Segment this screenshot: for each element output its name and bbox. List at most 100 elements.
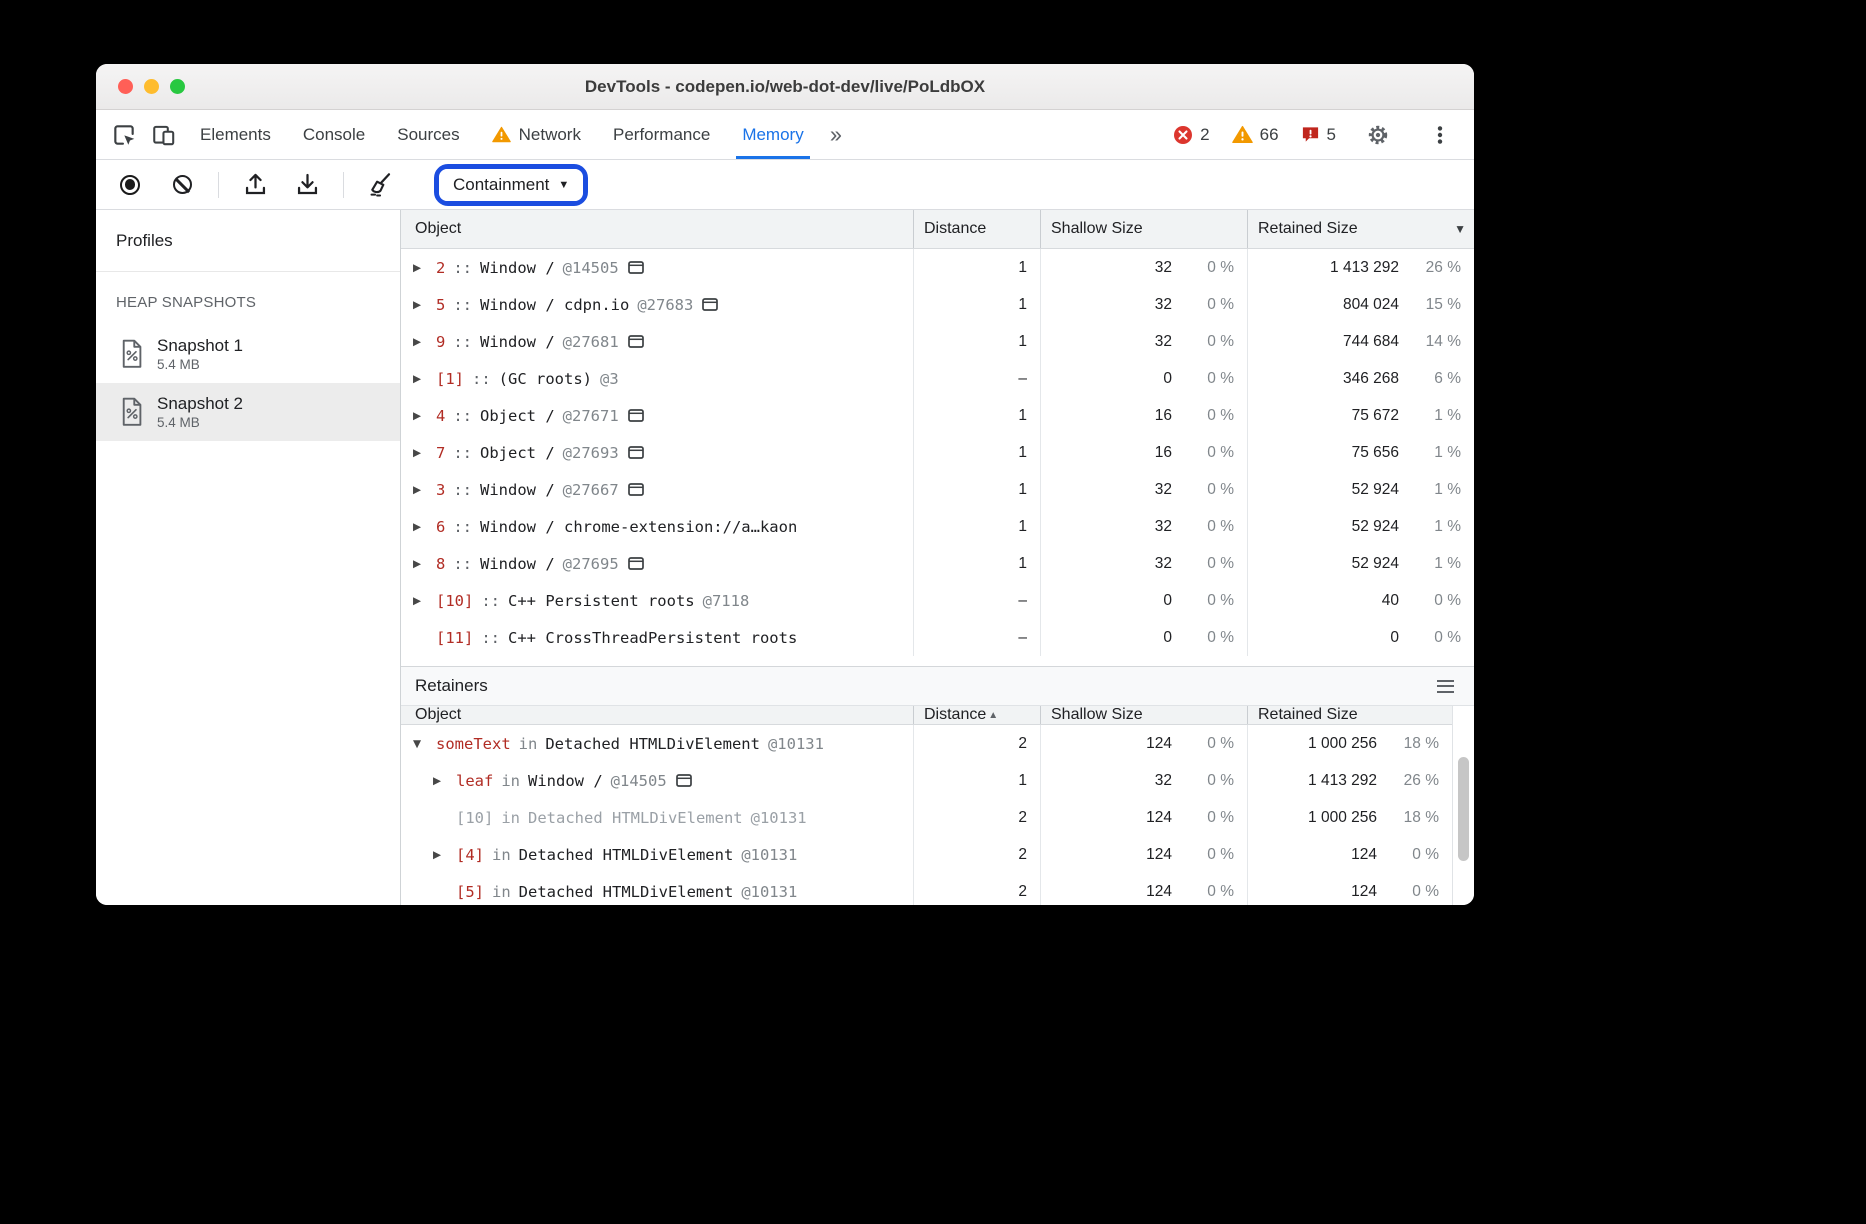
retained-size-cell: 346 2686 %: [1247, 360, 1474, 397]
scrollbar-thumb[interactable]: [1458, 757, 1469, 861]
containment-table-row[interactable]: [11]::C++ CrossThreadPersistent roots–00…: [401, 619, 1474, 656]
column-header-shallow-size[interactable]: Shallow Size: [1040, 706, 1247, 724]
column-header-object[interactable]: Object: [401, 210, 913, 248]
inspect-element-button[interactable]: [104, 110, 144, 159]
shallow-size-value: 0: [1041, 592, 1172, 610]
retainer-table-row[interactable]: ▶leafinWindow /@145051320 %1 413 29226 %: [401, 762, 1452, 799]
device-toolbar-button[interactable]: [144, 110, 184, 159]
object-id: @27683: [637, 296, 693, 314]
retained-size-cell: 52 9241 %: [1247, 508, 1474, 545]
settings-button[interactable]: [1358, 122, 1398, 148]
minimize-button[interactable]: [144, 79, 159, 94]
save-profile-button[interactable]: [291, 168, 323, 202]
tab-elements[interactable]: Elements: [184, 110, 287, 159]
expand-arrow-icon[interactable]: ▶: [413, 447, 428, 459]
column-header-retained-size[interactable]: Retained Size: [1247, 706, 1452, 724]
retained-size-percent: 1 %: [1399, 481, 1461, 499]
containment-table-row[interactable]: ▶3::Window /@276671320 %52 9241 %: [401, 471, 1474, 508]
expand-arrow-icon[interactable]: ▶: [413, 299, 428, 311]
separator-text: ::: [453, 296, 472, 314]
load-profile-button[interactable]: [239, 168, 271, 202]
containment-table-row[interactable]: ▶4::Object /@276711160 %75 6721 %: [401, 397, 1474, 434]
expand-arrow-icon[interactable]: ▶: [413, 373, 428, 385]
containment-table-row[interactable]: ▶[1]::(GC roots)@3–00 %346 2686 %: [401, 360, 1474, 397]
collapse-arrow-icon[interactable]: ▼: [413, 738, 428, 750]
tab-console[interactable]: Console: [287, 110, 381, 159]
expand-arrow-icon[interactable]: ▶: [413, 410, 428, 422]
expand-arrow-icon[interactable]: ▶: [413, 595, 428, 607]
object-cell: [5]inDetached HTMLDivElement@10131: [401, 873, 913, 905]
shallow-size-percent: 0 %: [1172, 592, 1234, 610]
object-cell: ▶leafinWindow /@14505: [401, 762, 913, 799]
delete-profile-button[interactable]: [364, 168, 396, 202]
retainers-menu-icon[interactable]: [1433, 676, 1458, 697]
record-heap-snapshot-button[interactable]: [114, 168, 146, 202]
expand-arrow-icon[interactable]: ▶: [433, 775, 448, 787]
clear-all-profiles-button[interactable]: [166, 168, 198, 202]
tab-sources[interactable]: Sources: [381, 110, 475, 159]
separator-text: ::: [481, 592, 500, 610]
more-panels-button[interactable]: ››: [820, 110, 849, 159]
window-icon: [628, 409, 644, 422]
containment-table-row[interactable]: ▶5::Window / cdpn.io@276831320 %804 0241…: [401, 286, 1474, 323]
column-header-object[interactable]: Object: [401, 706, 913, 724]
snapshot-size: 5.4 MB: [157, 415, 243, 430]
sidebar-item-snapshot-2[interactable]: Snapshot 2 5.4 MB: [96, 383, 400, 441]
more-options-button[interactable]: [1420, 124, 1460, 146]
zoom-button[interactable]: [170, 79, 185, 94]
containment-table-row[interactable]: ▶2::Window /@145051320 %1 413 29226 %: [401, 249, 1474, 286]
tab-memory[interactable]: Memory: [726, 110, 819, 159]
window-icon: [702, 298, 718, 311]
inspect-icon: [111, 122, 137, 148]
error-count-badge[interactable]: 2: [1173, 125, 1209, 145]
retainers-pane: Retainers Object Distance ▲ Shallow Size…: [401, 666, 1474, 905]
containment-table-row[interactable]: ▶9::Window /@276811320 %744 68414 %: [401, 323, 1474, 360]
retained-size-percent: 26 %: [1377, 772, 1439, 790]
column-header-distance[interactable]: Distance: [913, 210, 1040, 248]
shallow-size-percent: 0 %: [1172, 809, 1234, 827]
retained-size-cell: 75 6561 %: [1247, 434, 1474, 471]
expand-arrow-icon[interactable]: ▶: [413, 558, 428, 570]
issues-count-badge[interactable]: 5: [1301, 125, 1336, 145]
object-cell: ▶6::Window / chrome-extension://a…kaon: [401, 508, 913, 545]
column-header-retained-size[interactable]: Retained Size ▼: [1247, 210, 1474, 248]
shallow-size-cell: 00 %: [1040, 619, 1247, 656]
distance-value: 2: [1018, 735, 1027, 753]
retained-size-value: 124: [1248, 846, 1377, 864]
column-header-shallow-size[interactable]: Shallow Size: [1040, 210, 1247, 248]
containment-table-row[interactable]: ▶8::Window /@276951320 %52 9241 %: [401, 545, 1474, 582]
retainer-table-row[interactable]: ▼someTextinDetached HTMLDivElement@10131…: [401, 725, 1452, 762]
retained-size-value: 1 413 292: [1248, 259, 1399, 277]
separator-text: in: [492, 846, 511, 864]
containment-table-row[interactable]: ▶6::Window / chrome-extension://a…kaon13…: [401, 508, 1474, 545]
titlebar[interactable]: DevTools - codepen.io/web-dot-dev/live/P…: [96, 64, 1474, 110]
retained-size-percent: 0 %: [1399, 592, 1461, 610]
shallow-size-cell: 320 %: [1040, 508, 1247, 545]
tab-network[interactable]: Network: [476, 110, 597, 159]
view-mode-select[interactable]: Containment ▼: [439, 169, 583, 201]
separator-text: ::: [481, 629, 500, 647]
shallow-size-cell: 160 %: [1040, 397, 1247, 434]
profiles-sidebar: Profiles HEAP SNAPSHOTS Snapshot 1 5.4 M…: [96, 210, 401, 905]
containment-table-row[interactable]: ▶[10]::C++ Persistent roots@7118–00 %400…: [401, 582, 1474, 619]
retainer-table-row[interactable]: [10]inDetached HTMLDivElement@1013121240…: [401, 799, 1452, 836]
sidebar-item-snapshot-1[interactable]: Snapshot 1 5.4 MB: [96, 325, 400, 383]
retained-size-cell: 00 %: [1247, 619, 1474, 656]
retainer-table-row[interactable]: ▶[4]inDetached HTMLDivElement@1013121240…: [401, 836, 1452, 873]
warning-count-badge[interactable]: 66: [1232, 125, 1279, 145]
expand-arrow-icon[interactable]: ▶: [413, 262, 428, 274]
retainer-table-row[interactable]: [5]inDetached HTMLDivElement@1013121240 …: [401, 873, 1452, 905]
column-header-distance[interactable]: Distance ▲: [913, 706, 1040, 724]
expand-arrow-icon[interactable]: ▶: [413, 484, 428, 496]
tab-performance[interactable]: Performance: [597, 110, 726, 159]
close-button[interactable]: [118, 79, 133, 94]
expand-arrow-icon[interactable]: ▶: [433, 849, 448, 861]
expand-arrow-icon[interactable]: ▶: [413, 336, 428, 348]
containment-table-row[interactable]: ▶7::Object /@276931160 %75 6561 %: [401, 434, 1474, 471]
object-type: (GC roots): [499, 370, 592, 388]
object-cell: ▶5::Window / cdpn.io@27683: [401, 286, 913, 323]
distance-cell: 1: [913, 434, 1040, 471]
sort-descending-icon: ▼: [1454, 222, 1466, 236]
expand-arrow-icon[interactable]: ▶: [413, 521, 428, 533]
distance-value: 1: [1018, 333, 1027, 351]
